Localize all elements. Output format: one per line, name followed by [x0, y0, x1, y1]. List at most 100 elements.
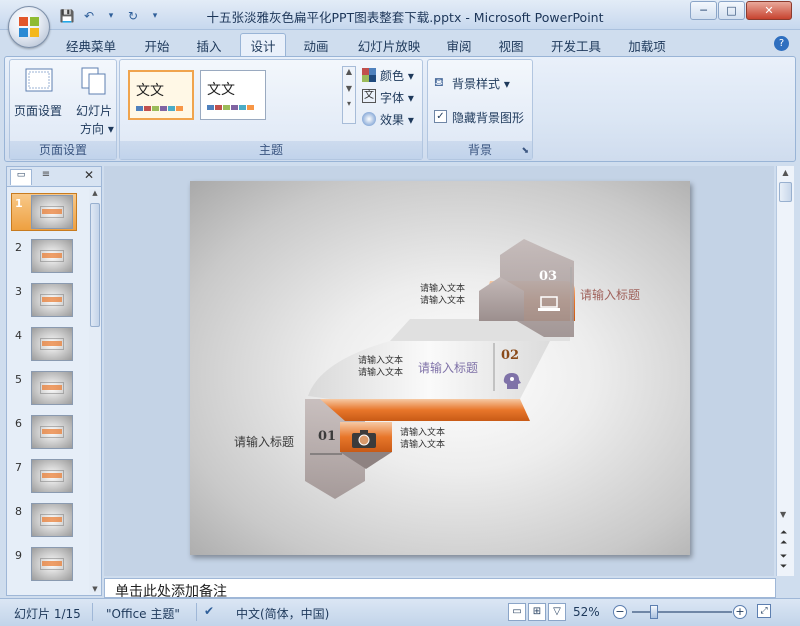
page-setup-group-label: 页面设置: [10, 141, 116, 159]
zoom-in-icon[interactable]: +: [733, 605, 747, 619]
tab-view[interactable]: 视图: [490, 33, 532, 57]
slides-pane-scrollbar[interactable]: ▲ ▼: [89, 189, 101, 593]
title-02[interactable]: 请输入标题: [418, 359, 478, 376]
effects-label: 效果 ▾: [380, 113, 414, 127]
scroll-down-icon[interactable]: ▼: [89, 585, 101, 593]
slide-thumbnail[interactable]: [31, 283, 73, 317]
zoom-out-icon[interactable]: −: [613, 605, 627, 619]
tab-developer[interactable]: 开发工具: [543, 33, 609, 57]
slide-canvas[interactable]: 01 02 03 请输入标题 请输入标题 请输入标题 请输入文本 请输入文本 请…: [190, 181, 690, 555]
ribbon-tabs: 经典菜单 开始 插入 设计 动画 幻灯片放映 审阅 视图 开发工具 加载项 ?: [0, 30, 800, 57]
text-03b: 请输入文本: [420, 296, 466, 306]
theme-swatches: [207, 105, 254, 110]
slide-number: 2: [15, 241, 22, 254]
scroll-down-icon[interactable]: ▼: [343, 84, 355, 93]
slide-thumbnail[interactable]: [31, 459, 73, 493]
help-icon[interactable]: ?: [774, 36, 789, 51]
zoom-slider-thumb[interactable]: [650, 605, 658, 619]
group-background: ⛾ 背景样式 ▾ ✓ 隐藏背景图形 背景 ⬊: [427, 59, 533, 160]
slide-thumbnail[interactable]: [31, 547, 73, 581]
slide-sorter-icon[interactable]: ⊞: [528, 603, 546, 621]
save-icon[interactable]: 💾: [58, 7, 76, 25]
fonts-icon: 文: [362, 89, 376, 103]
themes-group-label: 主题: [120, 141, 422, 159]
theme-gallery-scroll[interactable]: ▲ ▼ ▾: [342, 66, 356, 124]
background-styles-label: 背景样式 ▾: [452, 77, 510, 91]
notes-placeholder: 单击此处添加备注: [115, 584, 227, 598]
editor-vertical-scrollbar[interactable]: ▲ ▼ ⏶ ⏶ ⏷ ⏷: [776, 166, 794, 576]
slide-number: 1: [15, 197, 23, 210]
tab-design[interactable]: 设计: [240, 33, 286, 57]
slide-number: 6: [15, 417, 22, 430]
qat-dropdown-icon[interactable]: ▾: [102, 7, 120, 25]
window-title: 十五张淡雅灰色扁平化PPT图表整套下载.pptx - Microsoft Pow…: [206, 10, 604, 25]
next-slide-icon[interactable]: ⏷ ⏷: [780, 552, 787, 572]
orientation-icon: [81, 67, 106, 95]
theme-thumb-alt[interactable]: 文文: [200, 70, 266, 120]
fit-to-window-icon[interactable]: ⤢: [757, 604, 771, 618]
text-02[interactable]: 请输入文本 请输入文本: [358, 355, 403, 379]
theme-thumb-text: 文文: [207, 82, 235, 98]
slide-thumbnail[interactable]: [31, 239, 73, 273]
scroll-up-icon[interactable]: ▲: [777, 168, 794, 177]
text-01a: 请输入文本: [400, 428, 446, 438]
language-indicator[interactable]: 中文(简体，中国): [236, 605, 329, 622]
notes-pane[interactable]: 单击此处添加备注: [104, 578, 776, 598]
tab-classic-menu[interactable]: 经典菜单: [58, 33, 124, 57]
group-page-setup: 页面设置 幻灯片 方向 ▾ 页面设置: [9, 59, 117, 160]
theme-thumb-office[interactable]: 文文: [128, 70, 194, 120]
maximize-button[interactable]: □: [718, 1, 745, 20]
gallery-more-icon[interactable]: ▾: [343, 99, 355, 108]
slide-counter: 幻灯片 1/15: [14, 607, 81, 621]
orientation-label-1: 幻灯片: [76, 104, 113, 118]
minimize-button[interactable]: ─: [690, 1, 717, 20]
slide-orientation-button[interactable]: 幻灯片 方向 ▾: [72, 64, 116, 136]
tab-review[interactable]: 审阅: [438, 33, 480, 57]
text-03[interactable]: 请输入文本 请输入文本: [420, 283, 465, 307]
colors-icon: [362, 68, 376, 82]
page-setup-button[interactable]: 页面设置: [14, 64, 62, 122]
title-01[interactable]: 请输入标题: [234, 433, 294, 450]
group-themes: 文文 文文 ▲ ▼ ▾ 颜色 ▾ 文 字体 ▾ 效果 ▾ 主题: [119, 59, 423, 160]
scroll-down-icon[interactable]: ▼: [780, 510, 786, 519]
redo-icon[interactable]: ↻: [124, 7, 142, 25]
slide-thumbnail[interactable]: [31, 415, 73, 449]
scroll-thumb[interactable]: [779, 182, 792, 202]
slides-tab[interactable]: ▭: [10, 169, 32, 185]
normal-view-icon[interactable]: ▭: [508, 603, 526, 621]
hide-bg-checkbox[interactable]: ✓: [434, 110, 447, 123]
close-pane-icon[interactable]: ✕: [81, 168, 97, 184]
tab-insert[interactable]: 插入: [188, 33, 230, 57]
text-02b: 请输入文本: [358, 368, 404, 378]
scroll-up-icon[interactable]: ▲: [89, 189, 101, 197]
zoom-level[interactable]: 52%: [573, 605, 600, 619]
slide-thumbnail[interactable]: [31, 195, 73, 229]
zoom-slider[interactable]: [632, 611, 732, 613]
close-button[interactable]: ✕: [746, 1, 792, 20]
previous-slide-icon[interactable]: ⏶ ⏶: [780, 528, 787, 548]
tab-animations[interactable]: 动画: [294, 33, 338, 57]
undo-icon[interactable]: ↶: [80, 7, 98, 25]
status-bar: 幻灯片 1/15 "Office 主题" ✔ 中文(简体，中国) ▭ ⊞ ▽ 5…: [0, 598, 800, 626]
status-divider: [92, 603, 93, 621]
slide-thumbnail[interactable]: [31, 371, 73, 405]
tab-addins[interactable]: 加载项: [620, 33, 674, 57]
pane-tabs: ▭ ≡ ✕: [7, 167, 101, 187]
scroll-up-icon[interactable]: ▲: [343, 67, 355, 76]
theme-name[interactable]: "Office 主题": [106, 605, 180, 622]
tab-home[interactable]: 开始: [136, 33, 178, 57]
scroll-thumb[interactable]: [90, 203, 100, 327]
dialog-launcher-icon[interactable]: ⬊: [521, 146, 529, 156]
outline-tab[interactable]: ≡: [35, 169, 57, 185]
office-button[interactable]: [8, 6, 50, 48]
slide-thumbnail[interactable]: [31, 503, 73, 537]
ribbon: 页面设置 幻灯片 方向 ▾ 页面设置 文文 文文 ▲ ▼ ▾ 颜色 ▾ 文 字体…: [4, 56, 796, 162]
slideshow-view-icon[interactable]: ▽: [548, 603, 566, 621]
paint-bucket-icon: ⛾: [434, 75, 444, 89]
spell-check-icon[interactable]: ✔: [204, 604, 214, 618]
slide-thumbnail[interactable]: [31, 327, 73, 361]
text-01[interactable]: 请输入文本 请输入文本: [400, 427, 445, 451]
tab-slideshow[interactable]: 幻灯片放映: [350, 33, 428, 57]
title-03[interactable]: 请输入标题: [580, 286, 640, 303]
fonts-label: 字体 ▾: [380, 91, 414, 105]
